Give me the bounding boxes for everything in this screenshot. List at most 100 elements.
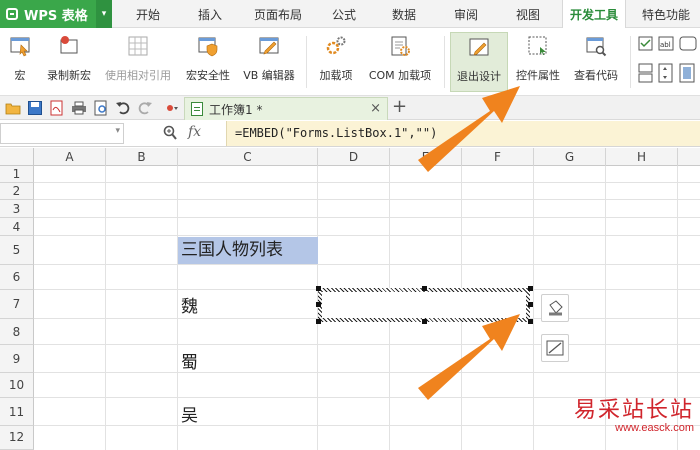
line-style-icon (546, 340, 564, 356)
gear-icon (326, 36, 346, 55)
form-controls-icon[interactable]: abl (638, 36, 698, 88)
watermark-text: 易采站长站 (573, 398, 694, 423)
control-properties-label: 控件属性 (516, 69, 560, 82)
macro-button[interactable]: 宏 (4, 32, 36, 92)
listbox-control[interactable] (318, 288, 530, 322)
formula-text: =EMBED("Forms.ListBox.1","") (235, 126, 438, 140)
column-header-c[interactable]: C (178, 148, 318, 166)
relative-reference-button[interactable]: 使用相对引用 (102, 32, 174, 92)
resize-handle[interactable] (422, 286, 427, 291)
quick-access-toolbar: 工作簿1 * × + (0, 96, 700, 120)
column-headers: A B C D E F G H (0, 148, 700, 166)
control-properties-button[interactable]: 控件属性 (512, 32, 564, 92)
tab-special-features[interactable]: 特色功能 (634, 0, 698, 28)
macro-label: 宏 (14, 69, 26, 82)
vb-editor-label: VB 编辑器 (243, 69, 295, 82)
cell-c11[interactable]: 吴 (181, 401, 198, 426)
formula-bar: fx =EMBED("Forms.ListBox.1","") (0, 121, 700, 147)
gridline (34, 182, 700, 183)
zoom-search-icon[interactable] (163, 125, 177, 141)
undo-icon[interactable] (115, 100, 131, 116)
resize-handle[interactable] (528, 302, 533, 307)
tab-formula[interactable]: 公式 (322, 0, 366, 28)
tab-data[interactable]: 数据 (380, 0, 428, 28)
addins-button[interactable]: 加载项 (314, 32, 358, 92)
resize-handle[interactable] (316, 286, 321, 291)
row-header-7[interactable]: 7 (0, 290, 34, 319)
gridline (34, 264, 700, 265)
cell-c5[interactable]: 三国人物列表 (178, 237, 318, 264)
macro-security-button[interactable]: 宏安全性 (182, 32, 234, 92)
row-header-12[interactable]: 12 (0, 426, 34, 450)
document-tab-title: 工作簿1 * (209, 102, 263, 117)
formula-input[interactable]: =EMBED("Forms.ListBox.1","") (226, 121, 700, 146)
new-tab-button[interactable]: + (392, 98, 407, 116)
name-box[interactable] (0, 123, 124, 144)
row-header-6[interactable]: 6 (0, 265, 34, 290)
export-pdf-icon[interactable] (49, 100, 65, 116)
save-icon[interactable] (27, 100, 43, 116)
watermark: 易采站长站 www.easck.com (574, 392, 694, 434)
resize-handle[interactable] (316, 302, 321, 307)
row-header-5[interactable]: 5 (0, 236, 34, 265)
com-addins-icon (391, 36, 410, 56)
gridline (34, 235, 700, 236)
customize-toolbar-icon[interactable] (164, 100, 180, 116)
print-preview-icon[interactable] (93, 100, 109, 116)
record-macro-button[interactable]: 录制新宏 (42, 32, 96, 92)
fill-style-button[interactable] (541, 294, 569, 322)
view-code-label: 查看代码 (574, 69, 618, 82)
tab-insert[interactable]: 插入 (186, 0, 234, 28)
line-style-button[interactable] (541, 334, 569, 362)
tab-developer-tools[interactable]: 开发工具 (562, 0, 626, 29)
design-mode-icon (469, 38, 489, 56)
resize-handle[interactable] (422, 319, 427, 324)
view-code-button[interactable]: 查看代码 (568, 32, 624, 92)
resize-handle[interactable] (528, 319, 533, 324)
exit-design-button[interactable]: 退出设计 (450, 32, 508, 92)
cell-c9[interactable]: 蜀 (181, 348, 198, 373)
print-icon[interactable] (71, 100, 87, 116)
paint-bucket-icon (549, 300, 563, 316)
open-folder-icon[interactable] (5, 100, 21, 116)
resize-handle[interactable] (316, 319, 321, 324)
svg-text:abl: abl (660, 41, 671, 49)
column-header-a[interactable]: A (34, 148, 106, 166)
column-header-g[interactable]: G (534, 148, 606, 166)
tab-view[interactable]: 视图 (504, 0, 552, 28)
view-code-icon (586, 37, 607, 57)
column-header-b[interactable]: B (106, 148, 178, 166)
com-addins-button[interactable]: COM 加载项 (364, 32, 436, 92)
close-icon[interactable]: × (370, 101, 381, 116)
row-header-4[interactable]: 4 (0, 218, 34, 236)
select-all-corner[interactable] (0, 148, 34, 166)
wps-logo-icon (6, 8, 18, 20)
column-header-h[interactable]: H (606, 148, 678, 166)
row-header-11[interactable]: 11 (0, 398, 34, 426)
tab-start[interactable]: 开始 (124, 0, 172, 28)
control-properties-icon (528, 36, 547, 55)
relative-reference-icon (128, 36, 148, 56)
column-header-f[interactable]: F (462, 148, 534, 166)
tab-page-layout[interactable]: 页面布局 (246, 0, 310, 28)
redo-icon[interactable] (137, 100, 153, 116)
row-header-3[interactable]: 3 (0, 200, 34, 218)
wps-app-menu-button[interactable]: WPS 表格 ▾ (0, 0, 112, 28)
gridline (34, 199, 700, 200)
tab-review[interactable]: 审阅 (442, 0, 490, 28)
insert-function-button[interactable]: fx (188, 124, 201, 140)
resize-handle[interactable] (528, 286, 533, 291)
column-header-d[interactable]: D (318, 148, 390, 166)
row-header-8[interactable]: 8 (0, 319, 34, 345)
document-tab[interactable]: 工作簿1 * × (184, 97, 388, 120)
com-addins-label: COM 加载项 (368, 69, 432, 82)
row-header-9[interactable]: 9 (0, 345, 34, 373)
row-header-10[interactable]: 10 (0, 373, 34, 398)
row-header-2[interactable]: 2 (0, 183, 34, 200)
cell-c7[interactable]: 魏 (181, 292, 198, 317)
vb-editor-button[interactable]: VB 编辑器 (240, 32, 298, 92)
column-header-e[interactable]: E (390, 148, 462, 166)
addins-label: 加载项 (319, 69, 353, 82)
record-macro-icon (60, 36, 78, 54)
row-header-1[interactable]: 1 (0, 166, 34, 183)
